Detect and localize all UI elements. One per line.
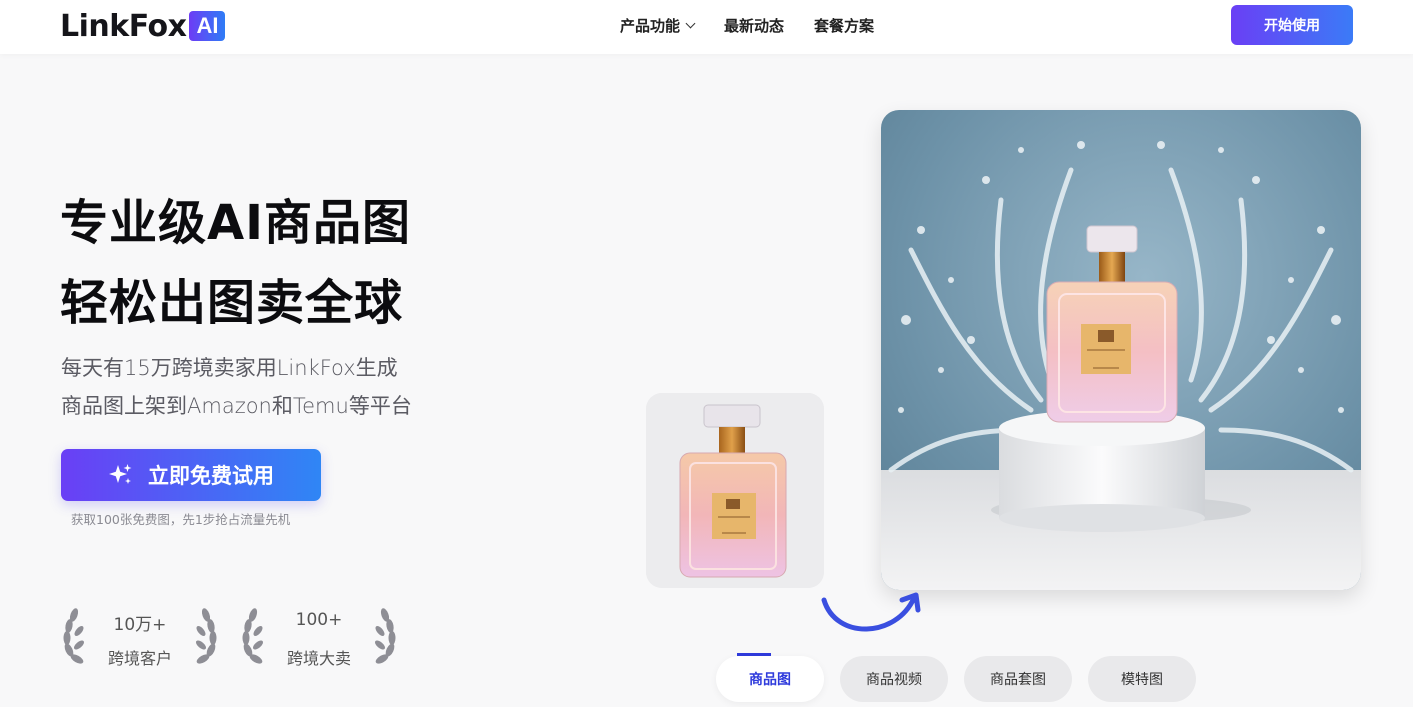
showcase-tabs: 商品图 商品视频 商品套图 模特图 xyxy=(716,656,1196,702)
linkfox-logo[interactable]: LinkFox AI xyxy=(60,6,226,46)
nav-label: 产品功能 xyxy=(620,17,681,35)
perfume-splash-scene xyxy=(881,110,1361,590)
perfume-bottle-illustration xyxy=(646,393,824,588)
logo-ai-badge: AI xyxy=(189,11,226,41)
laurel-right-icon xyxy=(375,608,396,664)
stat-top-sellers: 100+ 跨境大卖 xyxy=(239,605,399,673)
hero-title-line1: 专业级AI商品图 xyxy=(60,195,412,251)
start-using-button[interactable]: 开始使用 xyxy=(1231,5,1353,45)
laurel-right-icon xyxy=(196,608,217,664)
curved-arrow-icon xyxy=(821,592,921,632)
top-header: LinkFox AI 产品功能 最新动态 套餐方案 开始使用 xyxy=(0,0,1413,54)
tab-product-video[interactable]: 商品视频 xyxy=(840,656,948,702)
nav-pricing-plans[interactable]: 套餐方案 xyxy=(814,15,874,36)
hero-title-line2: 轻松出图卖全球 xyxy=(60,275,404,331)
sparkle-icon xyxy=(109,464,132,484)
tab-model-image[interactable]: 模特图 xyxy=(1088,656,1196,702)
original-product-image xyxy=(646,393,824,588)
nav-latest-news[interactable]: 最新动态 xyxy=(724,15,784,36)
cta-note: 获取100张免费图，先1步抢占流量先机 xyxy=(71,512,291,527)
chevron-down-icon xyxy=(685,18,696,29)
tab-product-set[interactable]: 商品套图 xyxy=(964,656,1072,702)
main-nav: 产品功能 最新动态 套餐方案 xyxy=(620,15,874,36)
nav-label: 最新动态 xyxy=(724,17,785,35)
free-trial-label: 立即免费试用 xyxy=(148,464,274,488)
free-trial-button[interactable]: 立即免费试用 xyxy=(61,449,321,501)
stat-customers: 10万+ 跨境客户 xyxy=(60,605,220,673)
tab-product-image[interactable]: 商品图 xyxy=(716,656,824,702)
hero-subtitle-line1: 每天有15万跨境卖家用LinkFox生成 xyxy=(61,356,398,380)
nav-label: 套餐方案 xyxy=(814,17,875,35)
logo-text: LinkFox xyxy=(60,8,187,44)
hero-subtitle: 每天有15万跨境卖家用LinkFox生成 商品图上架到Amazon和Temu等平… xyxy=(61,349,412,425)
generated-product-image xyxy=(881,110,1361,590)
hero-subtitle-line2: 商品图上架到Amazon和Temu等平台 xyxy=(61,394,412,418)
hero-title: 专业级AI商品图 轻松出图卖全球 xyxy=(60,183,411,343)
nav-product-features[interactable]: 产品功能 xyxy=(620,15,696,36)
